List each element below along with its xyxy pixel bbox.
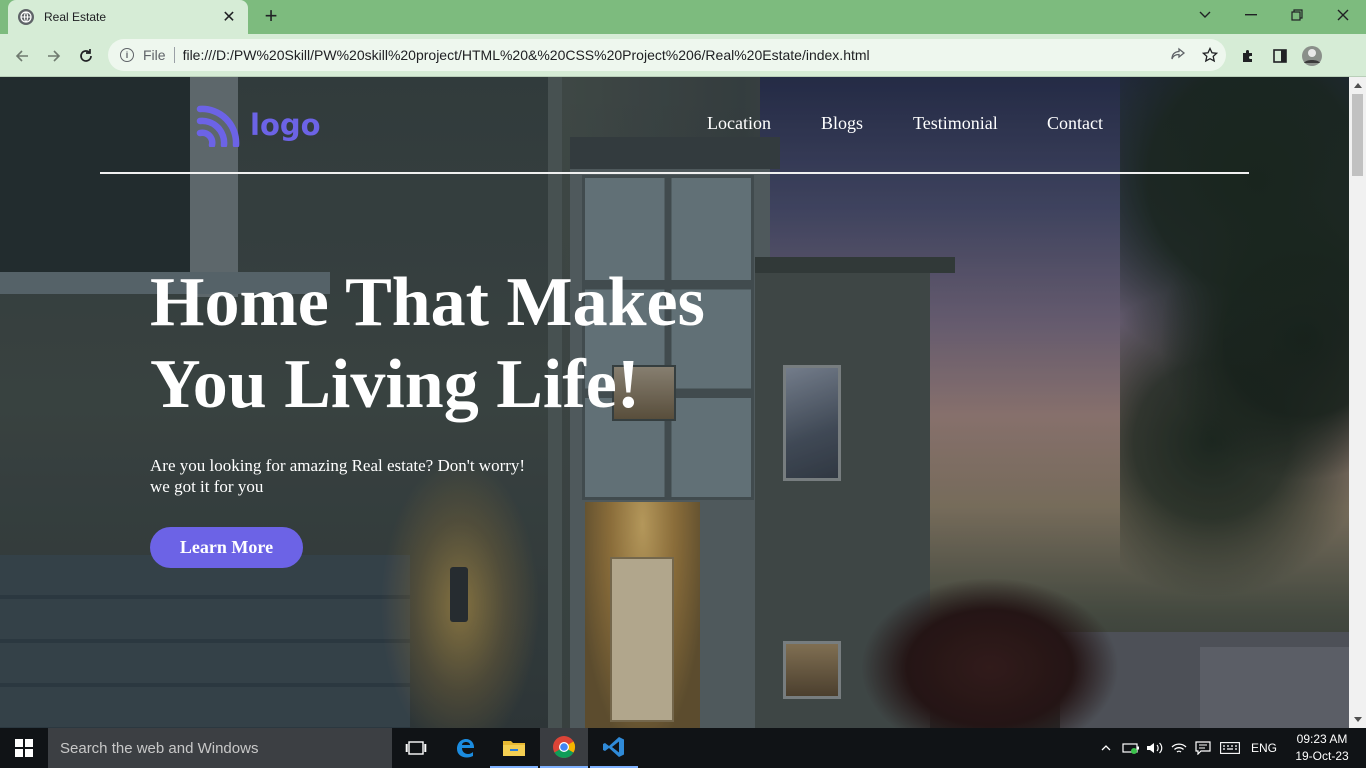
hero-subtitle: Are you looking for amazing Real estate?… [150,455,570,497]
tab-title: Real Estate [44,10,107,24]
nav-link-location[interactable]: Location [707,113,771,134]
edge-icon[interactable] [441,728,489,768]
site-header: logo Location Blogs Testimonial Contact [0,77,1349,174]
keyboard-icon[interactable] [1218,728,1242,768]
logo-icon [196,105,240,147]
notifications-icon[interactable] [1192,728,1214,768]
close-window-icon[interactable] [1320,0,1366,30]
scroll-down-arrow-icon[interactable] [1349,711,1366,728]
profile-avatar[interactable] [1298,42,1326,70]
back-arrow-icon[interactable] [8,42,36,70]
header-divider [100,172,1249,174]
share-icon[interactable] [1162,41,1194,69]
scroll-up-arrow-icon[interactable] [1349,77,1366,94]
taskbar-search-placeholder: Search the web and Windows [60,739,259,757]
hero-title: Home That Makes You Living Life! [150,262,790,426]
hero-subtitle-line2: we got it for you [150,477,264,496]
new-tab-button[interactable]: + [258,4,284,30]
tab-real-estate[interactable]: Real Estate ✕ [8,0,248,34]
page-scrollbar[interactable] [1349,77,1366,728]
logo-text: logo [250,108,321,142]
address-bar[interactable]: i File file:///D:/PW%20Skill/PW%20skill%… [108,39,1226,71]
browser-tab-strip: Real Estate ✕ + [0,0,1366,34]
browser-toolbar: i File file:///D:/PW%20Skill/PW%20skill%… [0,34,1366,77]
hero-title-line2: You Living Life! [150,346,641,423]
learn-more-button[interactable]: Learn More [150,527,303,568]
nav-link-testimonial[interactable]: Testimonial [913,113,998,134]
restore-icon[interactable] [1274,0,1320,30]
tab-close-icon[interactable]: ✕ [220,7,238,27]
globe-icon [18,9,34,25]
tray-chevron-up-icon[interactable] [1096,728,1116,768]
battery-icon[interactable] [1120,728,1142,768]
extensions-icon[interactable] [1234,42,1262,70]
chrome-icon[interactable] [540,728,588,768]
hero-subtitle-line1: Are you looking for amazing Real estate?… [150,456,526,475]
address-url[interactable]: file:///D:/PW%20Skill/PW%20skill%20proje… [183,47,1162,63]
minimize-icon[interactable] [1228,0,1274,30]
tab-search-chevron-icon[interactable] [1182,0,1228,30]
taskbar-search-box[interactable]: Search the web and Windows [48,728,392,768]
address-scheme-label: File [143,47,175,63]
star-icon[interactable] [1194,41,1226,69]
info-icon[interactable]: i [120,48,134,62]
site-logo[interactable]: logo [196,103,321,147]
clock-date: 19-Oct-23 [1295,749,1349,763]
nav-link-blogs[interactable]: Blogs [821,113,863,134]
windows-taskbar: Search the web and Windows ENG 09:23 AM … [0,728,1366,768]
windows-start-icon[interactable] [0,728,48,768]
nav-link-contact[interactable]: Contact [1047,113,1103,134]
page-viewport: logo Location Blogs Testimonial Contact … [0,77,1349,728]
wifi-icon[interactable] [1168,728,1190,768]
side-panel-icon[interactable] [1266,42,1294,70]
vscode-icon[interactable] [590,728,638,768]
file-explorer-icon[interactable] [490,728,538,768]
taskbar-clock[interactable]: 09:23 AM 19-Oct-23 [1290,731,1354,765]
hero-title-line1: Home That Makes [150,264,705,341]
volume-icon[interactable] [1144,728,1166,768]
scroll-thumb[interactable] [1352,94,1363,176]
language-indicator[interactable]: ENG [1248,728,1280,768]
task-view-icon[interactable] [392,728,440,768]
clock-time: 09:23 AM [1296,732,1348,746]
reload-icon[interactable] [72,42,100,70]
forward-arrow-icon[interactable] [40,42,68,70]
